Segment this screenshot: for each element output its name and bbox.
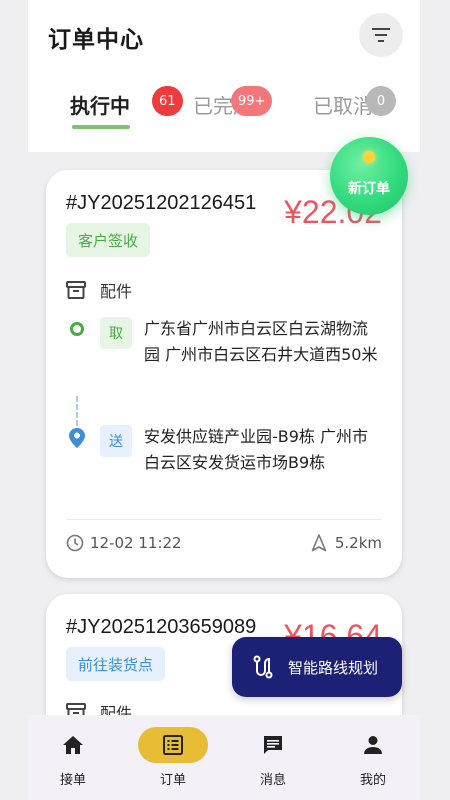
- pickup-tag: 取: [100, 317, 132, 349]
- order-distance: 5.2km: [311, 534, 382, 552]
- order-number: #JY20251203659089: [66, 616, 257, 638]
- list-icon: [163, 735, 183, 755]
- nav-item-orders[interactable]: 订单: [138, 727, 208, 788]
- active-tab-indicator: [72, 125, 130, 129]
- person-icon: [364, 736, 382, 754]
- nav-item-accept[interactable]: 接单: [38, 727, 108, 788]
- tab-completed-badge: 99+: [231, 86, 273, 116]
- home-icon: [63, 736, 83, 754]
- order-time: 12-02 11:22: [66, 534, 182, 552]
- new-order-label: 新订单: [348, 181, 390, 197]
- tab-executing-badge: 61: [152, 86, 183, 116]
- tab-executing[interactable]: 执行中: [70, 90, 130, 119]
- dropoff-address: 安发供应链产业园-B9栋 广州市白云区安发货运市场B9栋: [144, 427, 369, 472]
- dropoff-tag: 送: [100, 425, 132, 457]
- bottom-navigation: 接单 订单 消息 我的: [28, 715, 420, 800]
- route-connector: [76, 396, 78, 426]
- box-icon: [66, 281, 86, 299]
- order-time-text: 12-02 11:22: [90, 534, 182, 552]
- order-distance-text: 5.2km: [334, 534, 382, 552]
- new-order-button[interactable]: 新订单: [330, 137, 408, 215]
- notification-dot-icon: [363, 151, 375, 163]
- order-number: #JY20251202126451: [66, 192, 257, 214]
- nav-item-profile[interactable]: 我的: [338, 727, 408, 788]
- nav-label: 我的: [359, 773, 386, 788]
- nav-item-messages[interactable]: 消息: [238, 727, 308, 788]
- nav-label: 订单: [159, 773, 186, 788]
- page-title: 订单中心: [48, 27, 144, 53]
- category-row: 配件: [66, 278, 132, 302]
- clock-icon: [66, 534, 84, 552]
- pickup-dot-icon: [70, 322, 84, 336]
- pickup-address: 广东省广州市白云区白云湖物流园 广州市白云区石井大道西50米: [144, 319, 378, 364]
- filter-icon: [372, 28, 390, 42]
- navigation-icon: [311, 534, 327, 552]
- location-pin-icon: [69, 428, 85, 448]
- status-badge: 客户签收: [66, 223, 151, 257]
- order-card[interactable]: #JY20251202126451 ¥22.02 客户签收 配件 取 广东省广州…: [46, 170, 402, 578]
- tab-cancelled-badge: 0: [366, 86, 396, 116]
- nav-label: 消息: [259, 773, 286, 788]
- route-planning-button[interactable]: 智能路线规划: [232, 637, 402, 697]
- nav-label: 接单: [59, 773, 86, 788]
- card-divider: [66, 519, 382, 520]
- route-icon: [253, 655, 273, 679]
- tab-cancelled[interactable]: 已取消: [313, 90, 373, 119]
- filter-button[interactable]: [359, 13, 403, 57]
- category-label: 配件: [100, 282, 133, 301]
- route-planning-label: 智能路线规划: [288, 658, 379, 677]
- message-icon: [264, 736, 282, 754]
- header: 订单中心 执行中 61 已完成 99+ 已取消 0: [28, 0, 420, 152]
- status-badge: 前往装货点: [66, 647, 166, 681]
